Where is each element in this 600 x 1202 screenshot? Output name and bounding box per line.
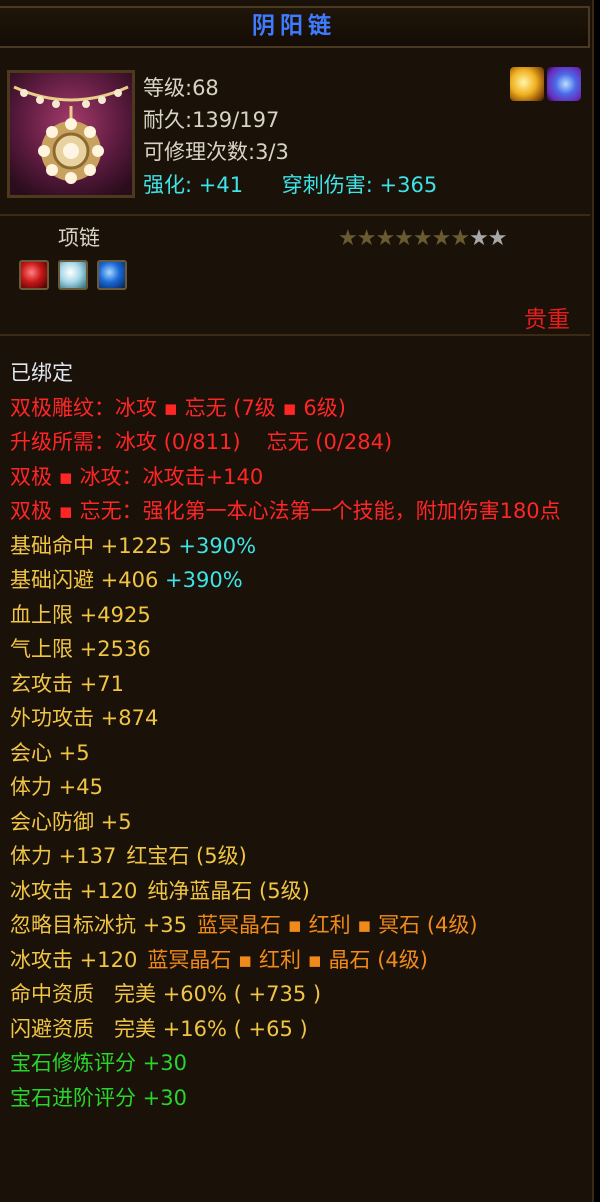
rarity-label: 贵重 <box>524 307 570 333</box>
evasion-percent: +390% <box>165 568 243 592</box>
gem2-name: 纯净蓝晶石 (5级) <box>147 878 310 903</box>
gem-line-2: 冰攻击 +120 纯净蓝晶石 (5级) <box>10 874 585 909</box>
pierce-label: 穿刺伤害: <box>281 173 373 197</box>
bound-status: 已绑定 <box>10 361 73 385</box>
strengthen-label: 强化: <box>143 173 193 197</box>
gem-refine-score-line: 宝石修炼评分 +30 <box>10 1051 187 1075</box>
crit-line: 会心 +5 <box>10 740 90 765</box>
pierce-value: +365 <box>379 173 438 197</box>
header-divider <box>0 214 590 216</box>
red-gem-icon[interactable] <box>19 260 49 290</box>
upgrade-req-ice: 升级所需：冰攻 (0/811) <box>10 430 241 454</box>
item-tooltip: 阴阳链 等级:68 耐久:139/197 可修理次数:3/3 强化: +41 穿… <box>0 0 594 1202</box>
dual-wang-line: 双极 ▪ 忘无：强化第一本心法第一个技能，附加伤害180点 <box>10 499 561 523</box>
gem4-name: 蓝冥晶石 ▪ 红利 ▪ 晶石 (4级) <box>147 947 428 972</box>
accuracy-text: 基础命中 +1225 <box>10 533 172 558</box>
gold-fire-badge-icon[interactable] <box>510 67 544 101</box>
dual-ice-line: 双极 ▪ 冰攻：冰攻击+140 <box>10 464 264 489</box>
star-rating: ★★★★★★★★★ <box>338 226 508 251</box>
level-text: 等级:68 <box>143 76 219 100</box>
gem-line-4: 冰攻击 +120 蓝冥晶石 ▪ 红利 ▪ 晶石 (4级) <box>10 943 585 978</box>
strengthen-value: +41 <box>198 173 244 197</box>
gem-advance-score-line: 宝石进阶评分 +30 <box>10 1085 187 1110</box>
stamina-line: 体力 +45 <box>10 775 103 799</box>
gem4-stat: 冰攻击 +120 <box>10 947 138 972</box>
gem2-stat: 冰攻击 +120 <box>10 878 138 903</box>
evasion-line: 基础闪避 +406 +390% <box>10 563 585 598</box>
blue-gem-icon[interactable] <box>97 260 127 290</box>
dual-carve-line: 双极雕纹：冰攻 ▪ 忘无 (7级 ▪ 6级) <box>10 395 346 420</box>
upgrade-requirement-line: 升级所需：冰攻 (0/811) 忘无 (0/284) <box>10 425 585 460</box>
gem1-name: 红宝石 (5级) <box>126 844 247 868</box>
gem3-stat: 忽略目标冰抗 +35 <box>10 913 187 937</box>
aptitude-accuracy-line: 命中资质 完美 +60% ( +735 ) <box>10 982 322 1006</box>
hp-line: 血上限 +4925 <box>10 602 151 627</box>
repair-count-text: 可修理次数:3/3 <box>143 140 289 164</box>
item-type: 项链 <box>58 226 100 250</box>
strengthen-stat: 强化: +41 穿刺伤害: +365 <box>143 169 437 199</box>
white-gem-icon[interactable] <box>58 260 88 290</box>
aptitude-evasion-line: 闪避资质 完美 +16% ( +65 ) <box>10 1016 308 1041</box>
qi-line: 气上限 +2536 <box>10 637 151 661</box>
upgrade-req-wang: 忘无 (0/284) <box>266 430 393 454</box>
necklace-icon[interactable] <box>7 70 135 198</box>
item-title: 阴阳链 <box>0 6 590 48</box>
xuan-attack-line: 玄攻击 +71 <box>10 671 124 696</box>
gem-line-3: 忽略目标冰抗 +35 蓝冥晶石 ▪ 红利 ▪ 冥石 (4级) <box>10 908 585 943</box>
star-filled-icon: ★★★★★★★ <box>338 226 470 251</box>
attribute-list: 已绑定 双极雕纹：冰攻 ▪ 忘无 (7级 ▪ 6级) 升级所需：冰攻 (0/81… <box>10 356 585 1115</box>
evasion-text: 基础闪避 +406 <box>10 568 159 592</box>
accuracy-percent: +390% <box>178 533 257 558</box>
crit-defense-line: 会心防御 +5 <box>10 809 132 834</box>
outer-attack-line: 外功攻击 +874 <box>10 706 159 730</box>
gem-line-1: 体力 +137 红宝石 (5级) <box>10 839 585 874</box>
purple-swirl-badge-icon[interactable] <box>547 67 581 101</box>
section-divider <box>0 334 590 336</box>
gem1-stat: 体力 +137 <box>10 844 117 868</box>
durability-text: 耐久:139/197 <box>143 108 280 132</box>
star-empty-icon: ★★ <box>469 226 507 251</box>
gem3-name: 蓝冥晶石 ▪ 红利 ▪ 冥石 (4级) <box>197 913 478 937</box>
accuracy-line: 基础命中 +1225 +390% <box>10 529 585 564</box>
